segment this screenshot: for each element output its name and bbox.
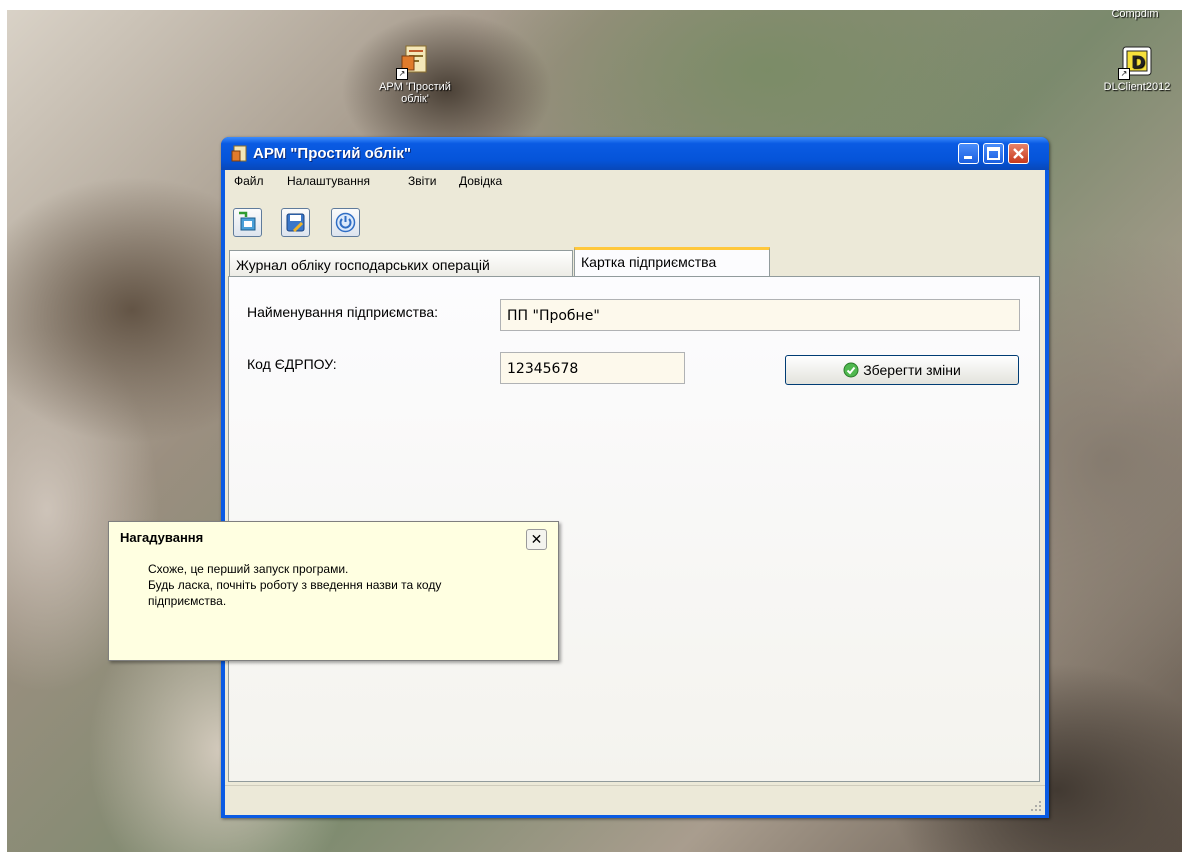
- balloon-close-button[interactable]: ✕: [526, 529, 547, 550]
- maximize-icon: [987, 147, 1000, 160]
- export-icon: [239, 211, 256, 231]
- resize-grip-icon[interactable]: [1030, 800, 1042, 812]
- company-name-field[interactable]: ПП "Пробне": [500, 299, 1020, 331]
- close-icon: ✕: [530, 531, 543, 547]
- desktop-icon-dlclient[interactable]: D ↗ DLClient2012: [1092, 44, 1182, 93]
- tab-company-card[interactable]: Картка підприємства: [574, 247, 770, 277]
- power-icon: [335, 212, 356, 233]
- maximize-button[interactable]: [983, 143, 1004, 164]
- edrpou-field[interactable]: 12345678: [500, 352, 685, 384]
- desktop-icon-compdim[interactable]: Compdim: [1100, 10, 1170, 20]
- status-bar: [225, 785, 1045, 815]
- check-icon: [843, 362, 859, 378]
- toolbar-save-button[interactable]: [281, 208, 310, 237]
- menu-settings[interactable]: Налаштування: [287, 174, 370, 188]
- balloon-text-line: Будь ласка, почніть роботу з введення на…: [148, 578, 442, 592]
- close-button[interactable]: [1008, 143, 1029, 164]
- edrpou-label: Код ЄДРПОУ:: [247, 356, 337, 372]
- window-title: АРМ "Простий облік": [253, 145, 411, 162]
- document-icon: ↗: [396, 44, 432, 80]
- desktop-icon-label: облік': [401, 93, 429, 105]
- toolbar-export-button[interactable]: [233, 208, 262, 237]
- menu-help[interactable]: Довідка: [459, 174, 502, 188]
- desktop-icon-apm[interactable]: ↗ АРМ 'Простий облік': [355, 44, 475, 105]
- shortcut-arrow-icon: ↗: [396, 68, 408, 80]
- save-changes-button[interactable]: Зберегти зміни: [785, 355, 1019, 385]
- minimize-button[interactable]: [958, 143, 979, 164]
- dlclient-icon: D ↗: [1118, 44, 1154, 80]
- balloon-text-line: підприємства.: [148, 594, 227, 608]
- save-icon: [286, 213, 305, 233]
- balloon-title: Нагадування: [120, 530, 204, 545]
- tab-journal[interactable]: Журнал обліку господарських операцій: [229, 250, 573, 277]
- minimize-icon: [964, 156, 972, 159]
- app-icon: [231, 145, 247, 162]
- title-bar[interactable]: АРМ "Простий облік": [221, 137, 1049, 170]
- menu-reports[interactable]: Звіти: [408, 174, 437, 188]
- app-window: АРМ "Простий облік" Файл Налаштування Зв…: [221, 137, 1049, 818]
- balloon-text-line: Схоже, це перший запуск програми.: [148, 562, 349, 576]
- save-changes-label: Зберегти зміни: [863, 362, 961, 378]
- desktop-icon-label: АРМ 'Простий: [379, 81, 451, 93]
- menu-bar: Файл Налаштування Звіти Довідка: [225, 170, 1045, 192]
- desktop-icon-label: DLClient2012: [1103, 81, 1171, 93]
- reminder-balloon: Нагадування ✕ Схоже, це перший запуск пр…: [108, 521, 559, 661]
- desktop-icon-label: Compdim: [1111, 10, 1159, 20]
- company-name-label: Найменування підприємства:: [247, 304, 439, 320]
- toolbar-exit-button[interactable]: [331, 208, 360, 237]
- menu-file[interactable]: Файл: [234, 174, 264, 188]
- svg-text:D: D: [1131, 53, 1145, 73]
- shortcut-arrow-icon: ↗: [1118, 68, 1130, 80]
- close-icon: [1013, 148, 1024, 159]
- window-client-area: Файл Налаштування Звіти Довідка Журнал о…: [225, 170, 1045, 815]
